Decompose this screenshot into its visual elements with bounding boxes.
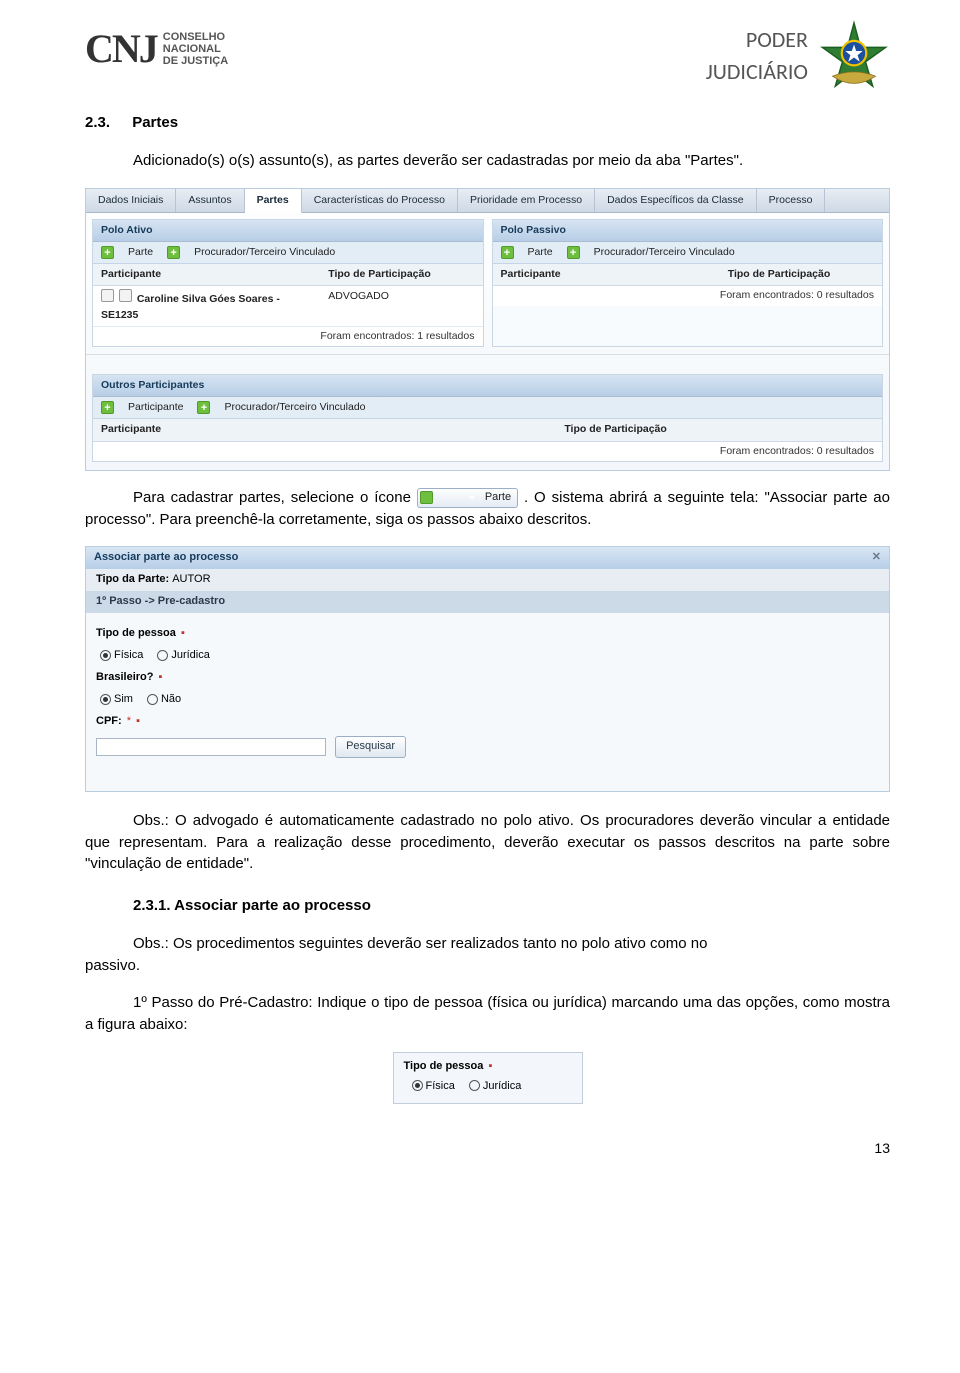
outros-column-headers: Participante Tipo de Participação [93, 419, 882, 441]
pesquisar-button[interactable]: Pesquisar [335, 736, 406, 758]
tab-assuntos[interactable]: Assuntos [176, 189, 244, 212]
brazil-coat-of-arms-icon [818, 20, 890, 92]
plus-icon[interactable]: + [167, 246, 180, 259]
tipo-pessoa-radios: Física Jurídica [86, 645, 889, 667]
required-asterisk-icon: * [127, 715, 131, 727]
required-asterisk-icon: ▪ [136, 715, 140, 727]
radio-juridica[interactable]: Jurídica [469, 1079, 522, 1095]
label-procurador[interactable]: Procurador/Terceiro Vinculado [194, 245, 335, 260]
brasileiro-group: Brasileiro? ▪ [86, 667, 889, 689]
cell-tipo: ADVOGADO [320, 286, 482, 325]
dialog-title: Associar parte ao processo [94, 550, 238, 566]
section-heading: 2.3. Partes [85, 112, 890, 134]
radio-nao[interactable]: Não [147, 692, 181, 708]
parte-button-label: Parte [437, 490, 511, 506]
tab-prioridade[interactable]: Prioridade em Processo [458, 189, 595, 212]
required-asterisk-icon: ▪ [181, 627, 185, 639]
outros-result-count: Foram encontrados: 0 resultados [93, 442, 882, 461]
tab-dados-iniciais[interactable]: Dados Iniciais [86, 189, 176, 212]
table-row[interactable]: Caroline Silva Góes Soares - SE1235 ADVO… [93, 286, 483, 326]
subsection-heading: 2.3.1. Associar parte ao processo [133, 895, 890, 917]
radio-fisica[interactable]: Física [100, 648, 143, 664]
cnj-abbr: CNJ [85, 20, 157, 78]
close-icon[interactable]: ✕ [872, 550, 881, 566]
cpf-row: CPF: * ▪ [86, 711, 889, 733]
plus-icon[interactable]: + [197, 401, 210, 414]
panel-polo-passivo: Polo Passivo + Parte + Procurador/Tercei… [492, 219, 884, 347]
section-title: Partes [132, 114, 178, 131]
row-action-icon[interactable] [101, 289, 114, 302]
section-number: 2.3. [85, 114, 110, 131]
radio-fisica[interactable]: Física [412, 1079, 455, 1095]
required-asterisk-icon: ▪ [488, 1060, 492, 1072]
page-number: 13 [85, 1138, 890, 1158]
radio-juridica[interactable]: Jurídica [157, 648, 210, 664]
ativo-result-count: Foram encontrados: 1 resultados [93, 327, 483, 346]
ativo-column-headers: Participante Tipo de Participação [93, 264, 483, 286]
tabs-row: Dados Iniciais Assuntos Partes Caracterí… [86, 189, 889, 213]
passivo-result-count: Foram encontrados: 0 resultados [493, 286, 883, 305]
outros-title: Outros Participantes [93, 375, 882, 397]
tipo-pessoa-box: Tipo de pessoa ▪ Física Jurídica [393, 1052, 583, 1104]
tab-dados-especificos[interactable]: Dados Específicos da Classe [595, 189, 757, 212]
tipo-pessoa-box-radios: Física Jurídica [404, 1075, 572, 1095]
paragraph-3: 1º Passo do Pré-Cadastro: Indique o tipo… [85, 992, 890, 1036]
poder-judiciario-text: PODER JUDICIÁRIO [706, 24, 808, 88]
obs-2: Obs.: Os procedimentos seguintes deverão… [85, 933, 890, 977]
label-procurador[interactable]: Procurador/Terceiro Vinculado [594, 245, 735, 260]
brazil-branding: PODER JUDICIÁRIO [706, 20, 890, 92]
page-header: CNJ CONSELHO NACIONAL DE JUSTIÇA PODER J… [85, 20, 890, 92]
paragraph-1: Adicionado(s) o(s) assunto(s), as partes… [85, 150, 890, 172]
cnj-logo: CNJ CONSELHO NACIONAL DE JUSTIÇA [85, 20, 228, 78]
label-participante[interactable]: Participante [128, 400, 183, 415]
paragraph-2: Para cadastrar partes, selecione o ícone… [85, 487, 890, 531]
cell-participante: Caroline Silva Góes Soares - SE1235 [93, 286, 320, 325]
label-parte[interactable]: Parte [128, 245, 153, 260]
tipo-parte-row: Tipo da Parte: AUTOR [86, 569, 889, 591]
tab-processo[interactable]: Processo [757, 189, 826, 212]
outros-subheader: + Participante + Procurador/Terceiro Vin… [93, 397, 882, 419]
subsection-number: 2.3.1. [133, 897, 171, 914]
plus-icon[interactable]: + [567, 246, 580, 259]
plus-icon[interactable]: + [501, 246, 514, 259]
tab-partes[interactable]: Partes [245, 189, 302, 213]
row-action-icon[interactable] [119, 289, 132, 302]
dialog-titlebar: Associar parte ao processo ✕ [86, 547, 889, 569]
tab-caracteristicas[interactable]: Características do Processo [302, 189, 458, 212]
polos-row: Polo Ativo + Parte + Procurador/Terceiro… [86, 213, 889, 353]
tipo-pessoa-box-label: Tipo de pessoa ▪ [404, 1059, 572, 1075]
brasileiro-radios: Sim Não [86, 689, 889, 711]
label-procurador[interactable]: Procurador/Terceiro Vinculado [224, 400, 365, 415]
cpf-input[interactable] [96, 738, 326, 756]
cnj-fullname: CONSELHO NACIONAL DE JUSTIÇA [163, 31, 228, 67]
subsection-title: Associar parte ao processo [174, 897, 371, 914]
screenshot-partes-tab: Dados Iniciais Assuntos Partes Caracterí… [85, 188, 890, 471]
plus-icon: + [420, 491, 433, 504]
plus-icon[interactable]: + [101, 246, 114, 259]
panel-outros-participantes: Outros Participantes + Participante + Pr… [92, 374, 883, 462]
cpf-input-row: Pesquisar [86, 733, 889, 761]
required-asterisk-icon: ▪ [159, 671, 163, 683]
panel-polo-ativo: Polo Ativo + Parte + Procurador/Terceiro… [92, 219, 484, 347]
polo-passivo-title: Polo Passivo [493, 220, 883, 242]
plus-icon[interactable]: + [101, 401, 114, 414]
parte-button-icon[interactable]: + Parte [417, 488, 518, 508]
passivo-column-headers: Participante Tipo de Participação [493, 264, 883, 286]
radio-sim[interactable]: Sim [100, 692, 133, 708]
dialog-body: Tipo da Parte: AUTOR 1º Passo -> Pre-cad… [86, 569, 889, 791]
polo-ativo-subheader: + Parte + Procurador/Terceiro Vinculado [93, 242, 483, 264]
obs-1: Obs.: O advogado é automaticamente cadas… [85, 810, 890, 875]
tipo-pessoa-group: Tipo de pessoa ▪ [86, 623, 889, 645]
polo-ativo-title: Polo Ativo [93, 220, 483, 242]
screenshot-associar-parte: Associar parte ao processo ✕ Tipo da Par… [85, 546, 890, 791]
step-indicator: 1º Passo -> Pre-cadastro [86, 591, 889, 613]
label-parte[interactable]: Parte [528, 245, 553, 260]
polo-passivo-subheader: + Parte + Procurador/Terceiro Vinculado [493, 242, 883, 264]
